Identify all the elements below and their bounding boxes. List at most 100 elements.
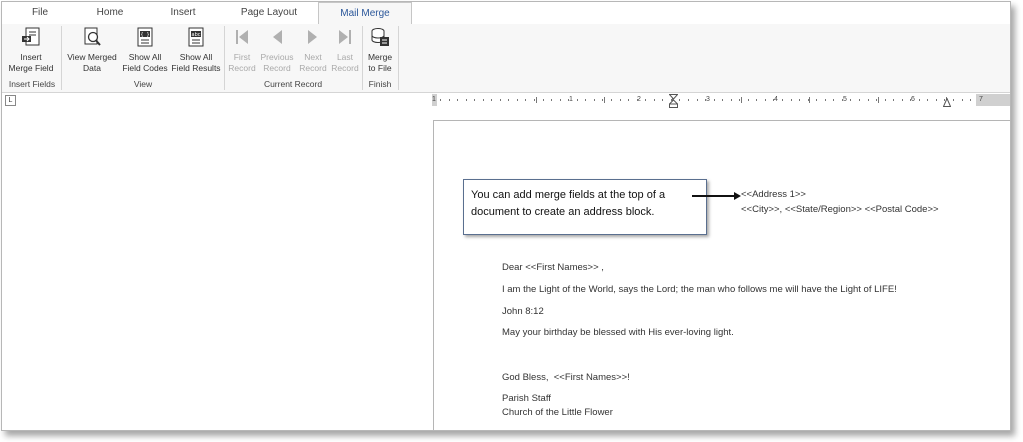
ruler-number: 1 xyxy=(432,96,436,103)
ruler-dot xyxy=(782,99,783,101)
ruler-dot xyxy=(508,99,509,101)
ruler-dot xyxy=(791,99,792,101)
ruler-tick xyxy=(809,97,810,103)
view-merged-data-button[interactable]: View Merged Data xyxy=(64,26,120,74)
callout-line-1: You can add merge fields at the top of a xyxy=(471,189,666,201)
ruler-number: 1 xyxy=(569,96,573,103)
ruler-dot xyxy=(628,99,629,101)
ruler-dot xyxy=(457,99,458,101)
document-page[interactable] xyxy=(433,120,1010,430)
ruler-dot xyxy=(816,99,817,101)
ruler-tick xyxy=(878,97,879,103)
show-all-field-codes-button[interactable]: { } Show All Field Codes xyxy=(120,26,170,74)
ruler-dot xyxy=(688,99,689,101)
signature-line-1: Parish Staff xyxy=(502,393,551,404)
ruler-dot xyxy=(577,99,578,101)
ruler-dot xyxy=(833,99,834,101)
show-all-field-codes-label: Show All Field Codes xyxy=(122,52,168,73)
address-line-2: <<City>>, <<State/Region>> <<Postal Code… xyxy=(741,204,939,215)
show-all-field-results-button[interactable]: abc Show All Field Results xyxy=(170,26,222,74)
ruler-dot xyxy=(491,99,492,101)
next-record-button[interactable]: Next Record xyxy=(297,26,329,74)
tab-file[interactable]: File xyxy=(22,2,58,24)
ruler-dot xyxy=(765,99,766,101)
ruler-dot xyxy=(868,99,869,101)
ruler-dot xyxy=(859,99,860,101)
first-record-button[interactable]: First Record xyxy=(226,26,258,74)
previous-record-icon xyxy=(273,30,282,44)
ruler-dot xyxy=(534,99,535,101)
insert-merge-field-label: Insert Merge Field xyxy=(8,52,54,73)
insert-merge-field-button[interactable]: Insert Merge Field xyxy=(6,26,56,74)
greeting-line: Dear <<First Names>> , xyxy=(502,262,604,273)
ruler-number: 5 xyxy=(843,96,847,103)
view-merged-data-label: View Merged Data xyxy=(67,52,117,73)
callout-arrow xyxy=(692,195,738,197)
ruler-number: 4 xyxy=(774,96,778,103)
callout-box: You can add merge fields at the top of a… xyxy=(463,179,707,235)
ruler-dot xyxy=(500,99,501,101)
body-paragraph-2: May your birthday be blessed with His ev… xyxy=(502,327,734,338)
ruler-dot xyxy=(483,99,484,101)
ruler-dot xyxy=(671,99,672,101)
ruler-dot xyxy=(842,99,843,101)
ruler-dot xyxy=(953,99,954,101)
ruler-dot xyxy=(910,99,911,101)
ruler-dot xyxy=(662,99,663,101)
tab-page-layout[interactable]: Page Layout xyxy=(234,2,304,24)
svg-text:{ }: { } xyxy=(140,32,149,38)
first-line-indent-marker[interactable] xyxy=(669,94,678,108)
ruler-dot xyxy=(731,99,732,101)
ruler-dot xyxy=(919,99,920,101)
merge-to-file-button[interactable]: Merge to File xyxy=(364,26,396,74)
ruler-dot xyxy=(568,99,569,101)
app-window: File Home Insert Page Layout Mail Merge … xyxy=(1,1,1011,431)
ruler-dot xyxy=(585,99,586,101)
group-label-current-record: Current Record xyxy=(263,79,323,89)
ruler-dot xyxy=(611,99,612,101)
insert-merge-field-icon xyxy=(22,27,40,46)
tab-mail-merge[interactable]: Mail Merge xyxy=(318,2,412,26)
ruler-dot xyxy=(970,99,971,101)
ruler-dot xyxy=(944,99,945,101)
show-all-field-results-label: Show All Field Results xyxy=(171,52,221,73)
verse-reference: John 8:12 xyxy=(502,306,544,317)
ruler-dot xyxy=(799,99,800,101)
last-record-button[interactable]: Last Record xyxy=(329,26,361,74)
ruler-dot xyxy=(602,99,603,101)
tab-insert[interactable]: Insert xyxy=(160,2,206,24)
ruler-dot xyxy=(620,99,621,101)
ribbon: Insert Merge Field Insert Fields View Me… xyxy=(2,24,1010,93)
tab-home[interactable]: Home xyxy=(87,2,133,24)
ruler-dot xyxy=(714,99,715,101)
ruler-number: 3 xyxy=(706,96,710,103)
ruler-dot xyxy=(637,99,638,101)
ruler-dot xyxy=(902,99,903,101)
previous-record-label: Previous Record xyxy=(260,52,294,73)
ruler-dot xyxy=(808,99,809,101)
last-record-icon xyxy=(339,30,351,44)
body-paragraph-1: I am the Light of the World, says the Lo… xyxy=(502,284,897,295)
ruler-dot xyxy=(594,99,595,101)
ruler-number: 7 xyxy=(979,96,983,103)
svg-text:abc: abc xyxy=(192,32,201,38)
horizontal-ruler[interactable]: 1 1 2 3 4 5 6 7 xyxy=(432,94,1010,108)
view-merged-data-icon xyxy=(84,27,101,46)
group-label-insert-fields: Insert Fields xyxy=(8,79,56,89)
ruler-dot xyxy=(893,99,894,101)
ruler-row: L 1 1 2 3 4 5 6 7 xyxy=(2,93,1010,108)
ruler-dot xyxy=(697,99,698,101)
group-separator xyxy=(398,26,399,90)
ribbon-tab-bar: File Home Insert Page Layout Mail Merge xyxy=(2,2,1010,26)
first-record-label: First Record xyxy=(228,52,256,73)
ruler-dot xyxy=(543,99,544,101)
ruler-dot xyxy=(551,99,552,101)
previous-record-button[interactable]: Previous Record xyxy=(258,26,296,74)
tab-selector-button[interactable]: L xyxy=(5,95,16,106)
ruler-dot xyxy=(679,99,680,101)
next-record-label: Next Record xyxy=(299,52,327,73)
ruler-dot xyxy=(449,99,450,101)
ruler-dot xyxy=(739,99,740,101)
ruler-dot xyxy=(927,99,928,101)
ruler-tick xyxy=(536,97,537,103)
